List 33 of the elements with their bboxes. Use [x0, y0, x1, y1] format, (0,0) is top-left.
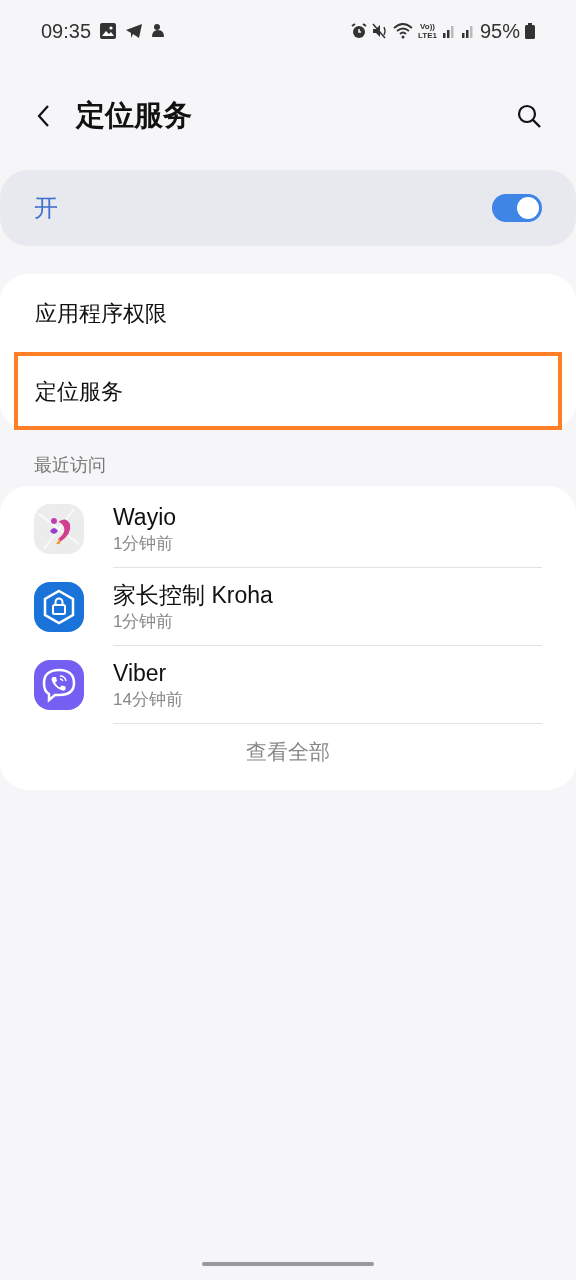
mute-icon: [372, 23, 388, 39]
alarm-icon: [351, 23, 367, 39]
master-switch-bar[interactable]: 开: [0, 170, 576, 246]
app-row[interactable]: Wayio 1分钟前: [0, 490, 576, 568]
toggle-switch[interactable]: [492, 194, 542, 222]
page-title: 定位服务: [76, 98, 192, 134]
paper-plane-icon: [125, 23, 144, 39]
battery-percent: 95%: [479, 19, 520, 44]
app-name: Viber: [113, 658, 168, 688]
switch-label: 开: [34, 193, 58, 223]
access-time: 1分钟前: [113, 532, 175, 555]
wifi-icon: [393, 23, 413, 39]
image-icon: [99, 22, 118, 40]
app-name: Wayio: [113, 502, 178, 532]
access-time: 14分钟前: [113, 688, 184, 711]
back-icon: [36, 104, 50, 128]
access-time: 1分钟前: [113, 610, 175, 633]
signal-icon: [441, 23, 456, 39]
view-all-link[interactable]: 查看全部: [246, 736, 330, 768]
battery-icon: [525, 23, 535, 39]
status-time: 09:35: [41, 19, 92, 44]
search-icon: [516, 103, 542, 129]
menu-item[interactable]: 应用程序权限: [14, 274, 562, 352]
shield-lock-icon: [34, 582, 84, 632]
signal-icon: [460, 23, 475, 39]
network-label: Vo)) LTE1: [418, 22, 437, 40]
app-row[interactable]: Viber 14分钟前: [0, 646, 576, 724]
app-row[interactable]: 家长控制 Kroha 1分钟前: [0, 568, 576, 646]
section-header: 最近访问: [34, 454, 107, 477]
phone-bubble-icon: [34, 660, 84, 710]
app-name: 家长控制 Kroha: [113, 580, 274, 610]
app-figure-icon: [34, 504, 84, 554]
menu-item[interactable]: 定位服务: [14, 352, 562, 430]
